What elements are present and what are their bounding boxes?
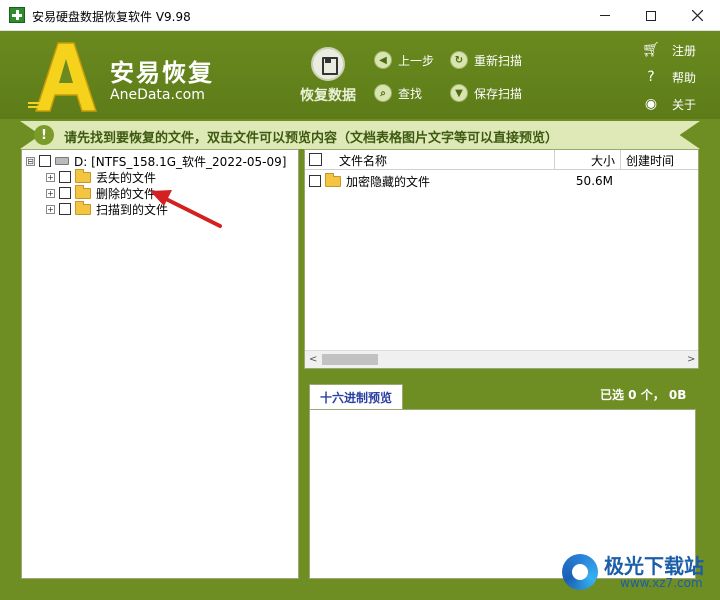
row-file-name: 加密隐藏的文件 [346,174,431,189]
maximize-icon [646,10,656,21]
help-link[interactable]: ? 帮助 [642,67,696,87]
scroll-thumb[interactable] [322,354,378,365]
brand-name: 安易恢复 [110,59,214,87]
register-label: 注册 [672,43,697,58]
arrow-left-icon: ◀ [374,51,392,69]
tree-item-checkbox[interactable] [59,203,71,215]
recover-data-label: 恢复数据 [300,88,356,104]
close-icon [691,10,703,21]
find-label: 查找 [398,86,423,101]
tree-item-scanned-files[interactable]: + 扫描到的文件 [46,200,169,217]
file-list: 文件名称 大小 创建时间 加密隐藏的文件 50.6M < > [304,149,699,369]
about-label: 关于 [672,97,697,112]
notice-text: 请先找到要恢复的文件，双击文件可以预览内容（文档表格图片文字等可以直接预览） [64,131,559,146]
minimize-icon [600,15,610,16]
about-link[interactable]: ◉ 关于 [642,94,696,114]
expand-icon[interactable]: + [46,204,55,214]
prev-step-label: 上一步 [398,53,435,68]
prev-step-button[interactable]: ◀ 上一步 [374,49,434,71]
cart-icon: 🛒︎ [642,42,660,58]
close-button[interactable] [674,0,720,31]
file-list-header: 文件名称 大小 创建时间 [305,150,698,170]
folder-icon [325,172,341,187]
help-label: 帮助 [672,70,697,85]
floppy-disk-icon [311,47,345,81]
column-header-name[interactable]: 文件名称 [305,150,555,170]
tree-root-checkbox[interactable] [39,155,51,167]
exclamation-icon: ! [34,125,54,145]
tree-root[interactable]: ⊟ D: [NTFS_158.1G_软件_2022-05-09] [26,153,286,169]
save-icon: ▼ [450,84,468,102]
collapse-icon[interactable]: ⊟ [26,156,35,166]
tree-item-checkbox[interactable] [59,171,71,183]
folder-icon [75,168,91,183]
logo-a-icon [28,42,98,112]
minimize-button[interactable] [582,0,628,31]
tree-item-checkbox[interactable] [59,187,71,199]
folder-tree: ⊟ D: [NTFS_158.1G_软件_2022-05-09] + 丢失的文件… [21,149,299,579]
tree-item-label: 扫描到的文件 [96,202,169,217]
maximize-button[interactable] [628,0,674,31]
brand-url: AneData.com [110,87,205,103]
app-icon [9,7,25,23]
row-file-size: 50.6M [575,174,613,188]
watermark-text: 极光下载站 [604,554,704,578]
title-bar: 安易硬盘数据恢复软件 V9.98 [0,0,720,31]
tree-item-lost-files[interactable]: + 丢失的文件 [46,168,157,185]
table-row[interactable]: 加密隐藏的文件 50.6M [305,172,698,190]
scroll-right-icon[interactable]: > [687,354,695,365]
watermark: 极光下载站 www.xz7.com [560,548,718,596]
watermark-logo-icon [562,554,598,590]
drive-icon [55,157,69,165]
refresh-icon: ↻ [450,51,468,69]
row-checkbox[interactable] [309,175,321,187]
watermark-url: www.xz7.com [620,576,703,590]
scroll-left-icon[interactable]: < [309,354,317,365]
search-icon: ⌕ [374,84,392,102]
expand-icon[interactable]: + [46,172,55,182]
tab-hex-preview[interactable]: 十六进制预览 [309,384,403,410]
tree-root-label: D: [NTFS_158.1G_软件_2022-05-09] [74,154,287,169]
find-button[interactable]: ⌕ 查找 [374,82,422,104]
column-header-size[interactable]: 大小 [555,150,621,170]
tree-item-label: 丢失的文件 [96,170,157,185]
question-icon: ? [647,69,655,85]
register-link[interactable]: 🛒︎ 注册 [642,40,696,60]
save-scan-label: 保存扫描 [474,86,523,101]
folder-icon [75,184,91,199]
header: 安易恢复 AneData.com 恢复数据 ◀ 上一步 ↻ 重新扫描 ⌕ 查找 … [0,31,720,119]
tree-item-label: 删除的文件 [96,186,157,201]
save-scan-button[interactable]: ▼ 保存扫描 [450,82,522,104]
info-circle-icon: ◉ [644,96,658,112]
column-header-created[interactable]: 创建时间 [621,150,698,170]
rescan-label: 重新扫描 [474,53,523,68]
selected-count: 已选 0 个， 0B [600,388,687,402]
tree-item-deleted-files[interactable]: + 删除的文件 [46,184,157,201]
main-frame: 安易恢复 AneData.com 恢复数据 ◀ 上一步 ↻ 重新扫描 ⌕ 查找 … [0,31,720,600]
expand-icon[interactable]: + [46,188,55,198]
horizontal-scrollbar[interactable]: < > [305,350,698,368]
folder-icon [75,200,91,215]
rescan-button[interactable]: ↻ 重新扫描 [450,49,522,71]
recover-data-button[interactable]: 恢复数据 [292,47,364,107]
window-title: 安易硬盘数据恢复软件 V9.98 [32,10,191,24]
